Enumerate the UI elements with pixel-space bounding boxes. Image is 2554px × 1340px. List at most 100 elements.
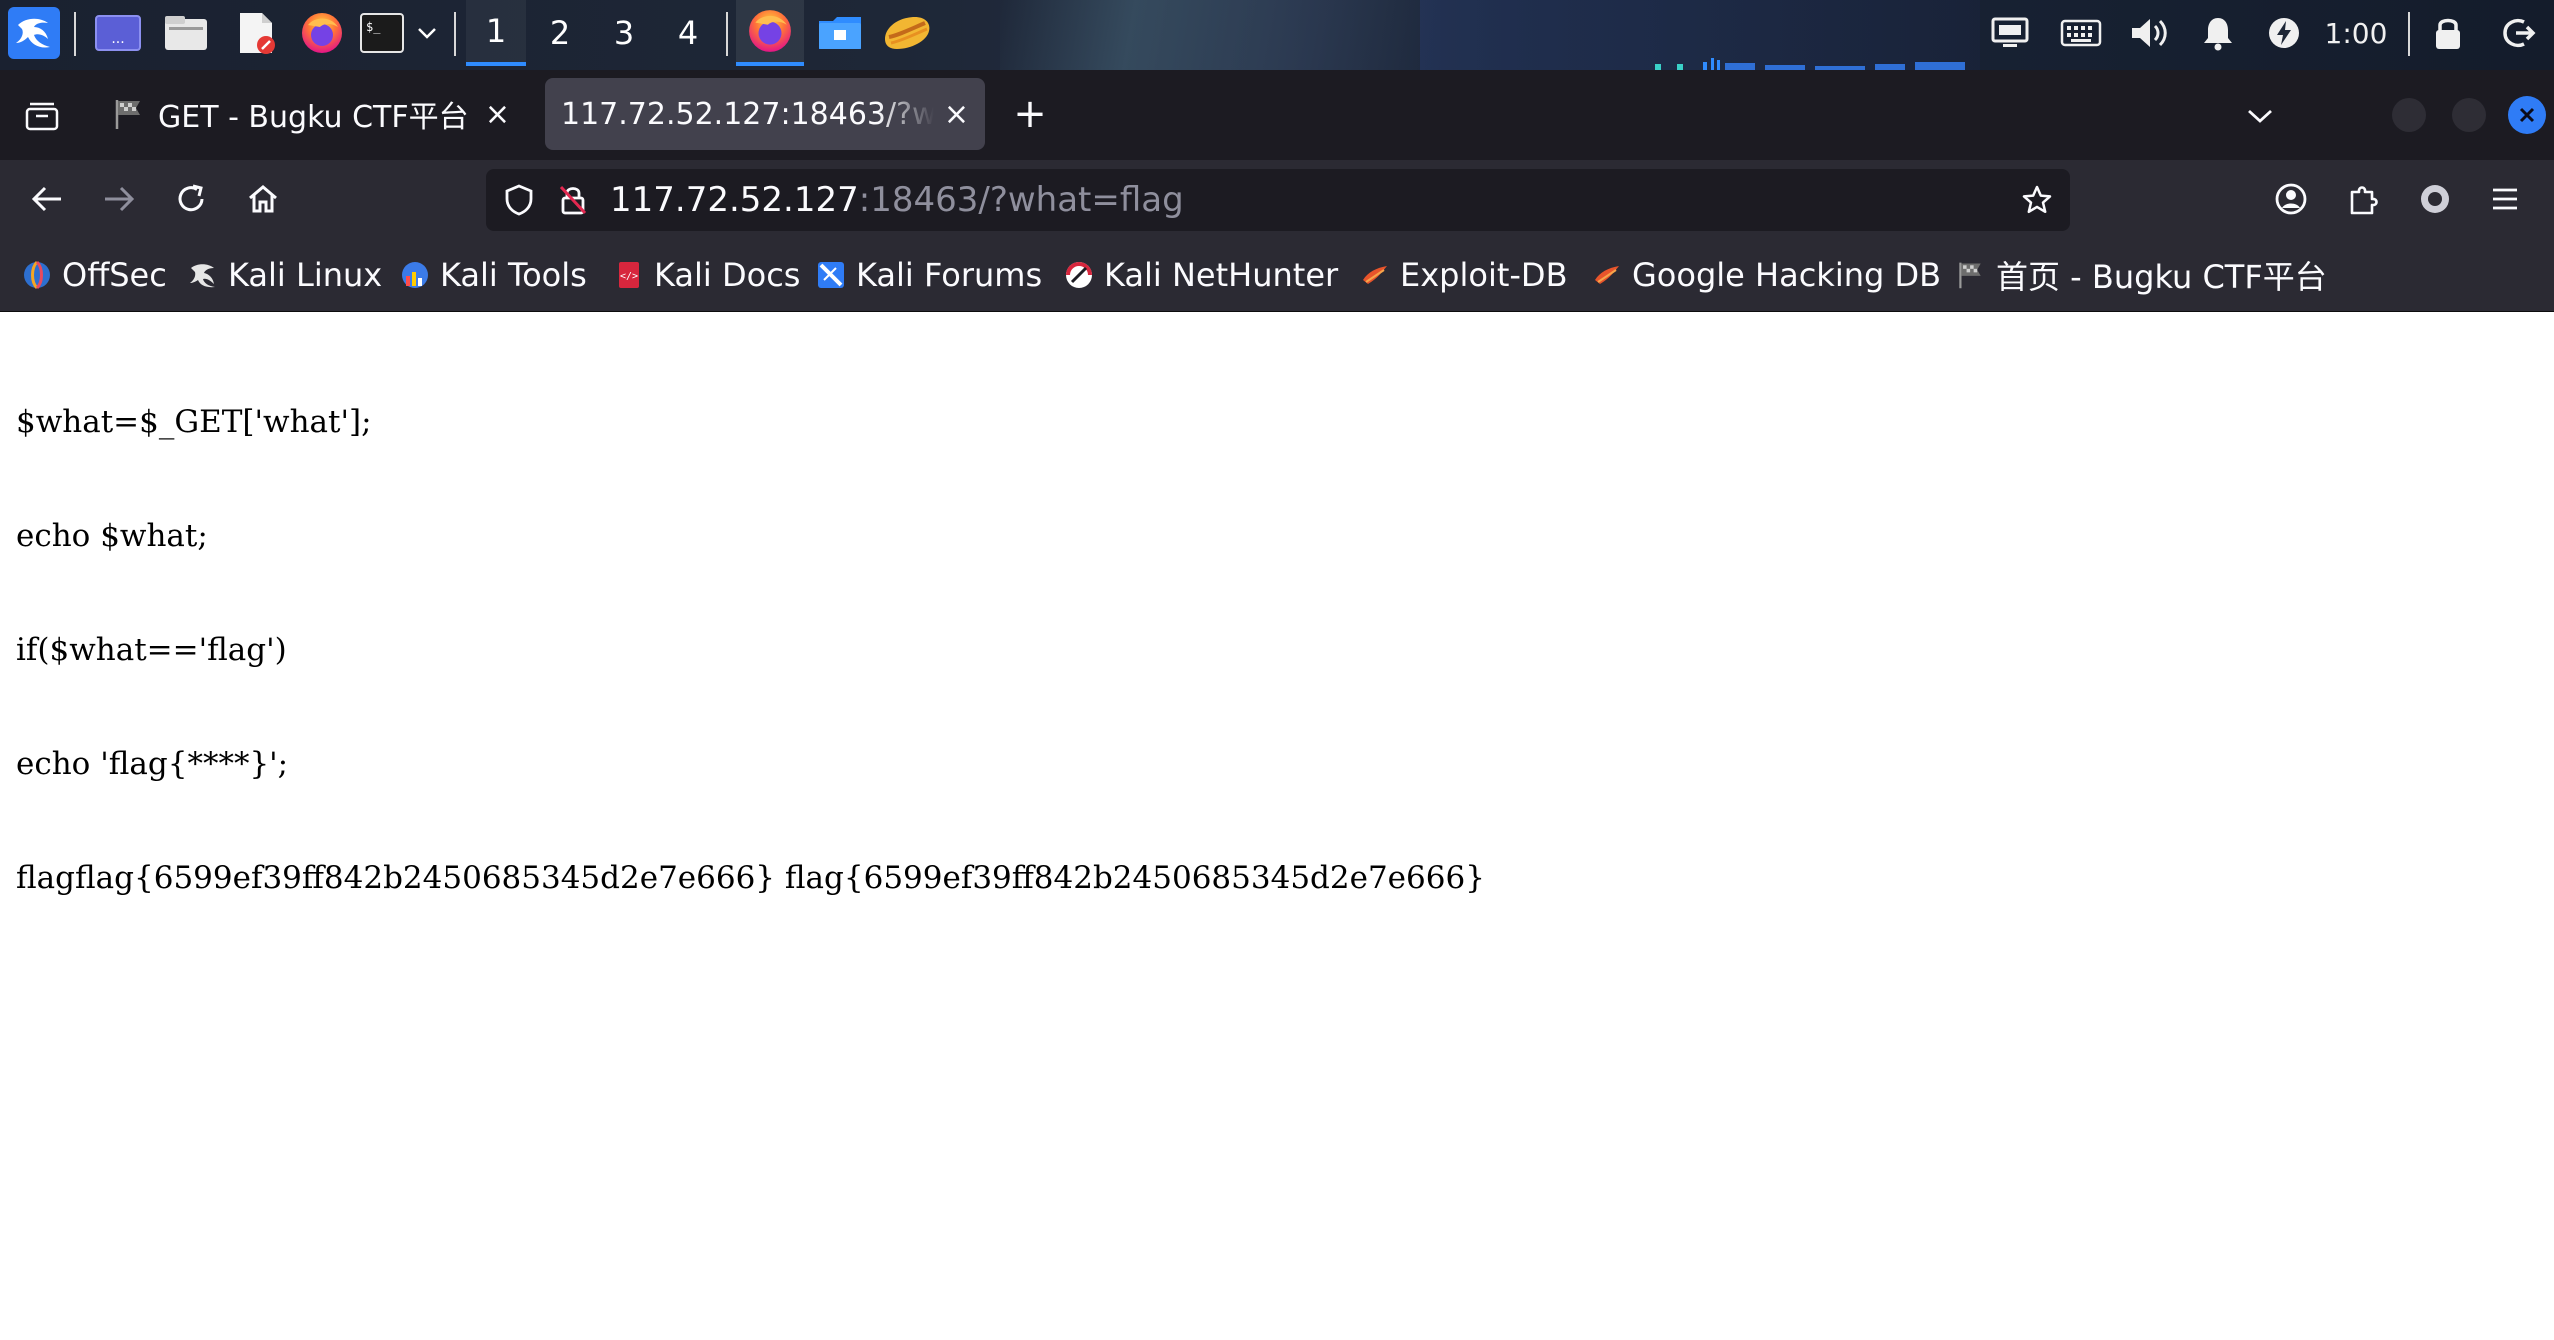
running-firefox-button[interactable] [736, 0, 804, 66]
desktop-icon[interactable]: ... [90, 0, 146, 66]
maximize-button[interactable] [2452, 98, 2486, 132]
bookmark-kali-linux[interactable]: Kali Linux [188, 238, 382, 312]
power-icon[interactable] [2262, 0, 2306, 66]
bell-icon[interactable] [2194, 0, 2242, 66]
exploit-db-icon [1360, 260, 1390, 290]
bookmark-google-hacking-db[interactable]: Google Hacking DB [1592, 238, 1941, 312]
bookmark-kali-forums[interactable]: Kali Forums [816, 238, 1042, 312]
terminal-icon[interactable]: $_ [358, 0, 406, 66]
running-app-button[interactable] [876, 0, 938, 66]
firefox-view-icon[interactable] [14, 88, 70, 144]
tab-strip: GET - Bugku CTF平台 × 117.72.52.127:18463/… [0, 70, 2554, 160]
site-info-button[interactable] [552, 179, 594, 221]
arrow-right-icon [105, 186, 135, 212]
bugku-flag-icon [115, 100, 140, 129]
taskbar: ... $_ 1 2 3 4 1:00 [0, 0, 2554, 70]
bookmark-exploit-db[interactable]: Exploit-DB [1360, 238, 1568, 312]
insecure-lock-icon [559, 185, 587, 215]
workspace-3[interactable]: 3 [594, 0, 654, 66]
ghdb-icon [1592, 260, 1622, 290]
bookmark-offsec[interactable]: OffSec [22, 238, 167, 312]
workspace-2[interactable]: 2 [530, 0, 590, 66]
bookmark-kali-tools[interactable]: Kali Tools [400, 238, 587, 312]
minimize-button[interactable] [2392, 98, 2426, 132]
kali-icon [188, 260, 218, 290]
code-line: echo $what; [16, 518, 208, 554]
bookmark-label: Kali Linux [228, 256, 383, 294]
running-files-button[interactable] [810, 0, 870, 66]
close-window-button[interactable] [2508, 96, 2546, 134]
workspace-4[interactable]: 4 [658, 0, 718, 66]
extension-button[interactable] [2406, 170, 2464, 228]
chevron-down-icon[interactable] [410, 0, 444, 66]
tab-current[interactable]: 117.72.52.127:18463/?what=flag × [545, 78, 985, 150]
shield-icon [505, 184, 533, 216]
navigation-toolbar: 117.72.52.127:18463/?what=flag [0, 160, 2554, 238]
bookmark-label: Kali Docs [654, 256, 801, 294]
account-button[interactable] [2262, 170, 2320, 228]
extensions-button[interactable] [2334, 170, 2392, 228]
close-icon [2519, 107, 2535, 123]
panel-separator [726, 12, 728, 56]
back-button[interactable] [18, 170, 76, 228]
reload-icon [178, 184, 204, 212]
home-button[interactable] [234, 170, 292, 228]
panel-wallpaper [1000, 0, 1440, 70]
kali-dragon-icon[interactable] [4, 0, 64, 66]
url-bar[interactable]: 117.72.52.127:18463/?what=flag [486, 169, 2070, 231]
tab-label: 117.72.52.127:18463/?what=flag [561, 96, 934, 132]
new-tab-button[interactable]: + [1000, 84, 1060, 144]
url-path: :18463/?what=flag [858, 180, 1184, 220]
text-editor-icon[interactable] [228, 0, 284, 66]
source-output: $what=$_GET['what']; echo $what; if($wha… [16, 327, 1485, 973]
kali-tools-icon [400, 260, 430, 290]
tracking-protection-button[interactable] [498, 179, 540, 221]
svg-text:...: ... [111, 31, 124, 47]
bookmark-label: OffSec [62, 256, 167, 294]
home-icon [249, 185, 277, 213]
firefox-icon[interactable] [294, 0, 350, 66]
bookmark-bugku-home[interactable]: 首页 - Bugku CTF平台 [1956, 238, 2327, 312]
list-all-tabs-button[interactable] [2232, 88, 2288, 144]
workspace-1[interactable]: 1 [466, 0, 526, 66]
folder-icon [819, 17, 861, 49]
flag-output-line: flagflag{6599ef39ff842b2450685345d2e7e66… [16, 860, 1485, 896]
display-icon[interactable] [1984, 0, 2036, 66]
panel-separator [74, 12, 76, 56]
bookmark-label: Kali Tools [440, 256, 587, 294]
menu-button[interactable] [2476, 170, 2534, 228]
url-text[interactable]: 117.72.52.127:18463/?what=flag [610, 169, 1184, 231]
keyboard-icon[interactable] [2054, 0, 2108, 66]
close-tab-button[interactable]: × [485, 97, 510, 132]
reload-button[interactable] [162, 170, 220, 228]
bookmark-label: Google Hacking DB [1632, 256, 1942, 294]
clock[interactable]: 1:00 [2318, 0, 2394, 66]
bookmark-kali-nethunter[interactable]: Kali NetHunter [1064, 238, 1338, 312]
url-host: 117.72.52.127 [610, 180, 859, 220]
code-line: $what=$_GET['what']; [16, 404, 372, 440]
bugku-flag-icon [1956, 260, 1986, 290]
bookmark-label: Kali NetHunter [1104, 256, 1339, 294]
bookmark-label: Exploit-DB [1400, 256, 1568, 294]
puzzle-icon [2350, 186, 2378, 215]
file-manager-icon[interactable] [158, 0, 214, 66]
close-tab-button[interactable]: × [944, 97, 969, 132]
kali-docs-icon: </> [614, 260, 644, 290]
lock-icon[interactable] [2424, 0, 2472, 66]
nethunter-icon [1064, 260, 1094, 290]
star-icon [2022, 185, 2052, 214]
bookmark-kali-docs[interactable]: </> Kali Docs [614, 238, 800, 312]
page-content: $what=$_GET['what']; echo $what; if($wha… [0, 312, 2554, 1340]
bookmarks-toolbar: OffSec Kali Linux Kali Tools </> Kali Do… [0, 238, 2554, 312]
tab-bugku[interactable]: GET - Bugku CTF平台 × [96, 78, 526, 150]
volume-icon[interactable] [2124, 0, 2174, 66]
kali-forums-icon [816, 260, 846, 290]
offsec-icon [22, 260, 52, 290]
hamburger-menu-icon [2493, 188, 2517, 210]
circle-icon [2421, 185, 2449, 213]
bookmark-star-button[interactable] [2016, 179, 2058, 221]
code-line: echo 'flag{****}'; [16, 746, 289, 782]
tab-label: GET - Bugku CTF平台 [158, 100, 469, 135]
logout-icon[interactable] [2494, 0, 2544, 66]
forward-button[interactable] [90, 170, 148, 228]
